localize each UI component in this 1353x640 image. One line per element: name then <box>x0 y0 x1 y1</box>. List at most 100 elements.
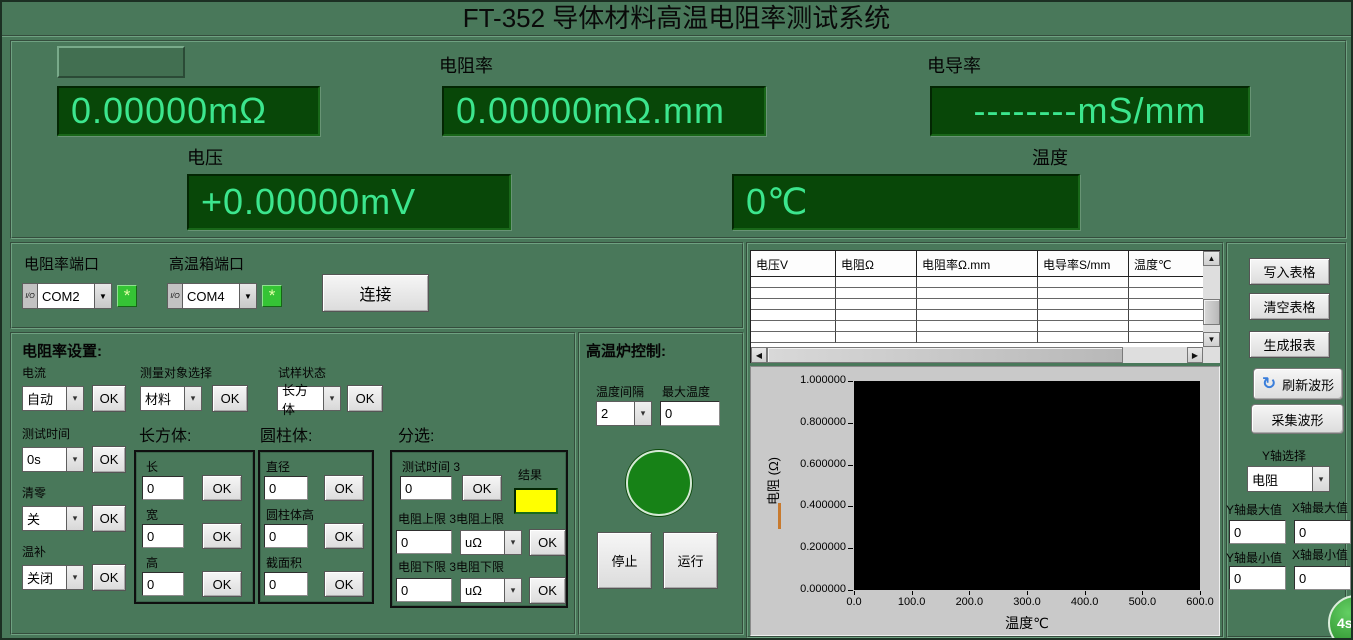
temp-comp-select[interactable]: 关闭 ▾ <box>22 565 84 590</box>
lower-limit-ok-button[interactable]: OK <box>529 577 566 604</box>
measure-object-select[interactable]: 材料 ▾ <box>140 386 202 411</box>
furnace-port-refresh-button[interactable]: * <box>262 285 282 307</box>
cylinder-diameter-ok-button[interactable]: OK <box>324 475 364 501</box>
write-table-button[interactable]: 写入表格 <box>1249 258 1330 285</box>
x-min-input[interactable] <box>1294 566 1351 590</box>
zeroing-ok-button[interactable]: OK <box>92 505 126 532</box>
cuboid-height-ok-button[interactable]: OK <box>202 571 242 597</box>
scroll-down-icon[interactable]: ▼ <box>1203 332 1220 347</box>
zeroing-select[interactable]: 关 ▾ <box>22 506 84 531</box>
current-ok-button[interactable]: OK <box>92 385 126 412</box>
cross-section-input[interactable] <box>264 572 308 596</box>
cuboid-width-ok-button[interactable]: OK <box>202 523 242 549</box>
furnace-port-value[interactable]: COM4 <box>182 283 239 309</box>
refresh-wave-button[interactable]: ↻ 刷新波形 <box>1253 368 1343 400</box>
sorting-test-time-input[interactable] <box>400 476 452 500</box>
hscroll-thumb[interactable] <box>767 347 1123 363</box>
cuboid-length-input[interactable] <box>142 476 184 500</box>
clear-table-button[interactable]: 清空表格 <box>1249 293 1330 320</box>
lower-limit-unit-value[interactable]: uΩ <box>460 578 504 603</box>
upper-limit-ok-button[interactable]: OK <box>529 529 566 556</box>
upper-limit-input[interactable] <box>396 530 452 554</box>
scroll-right-icon[interactable]: ▶ <box>1187 347 1203 363</box>
capture-wave-button[interactable]: 采集波形 <box>1251 404 1344 434</box>
temp-interval-value[interactable]: 2 <box>596 401 634 426</box>
sample-state-ok-button[interactable]: OK <box>347 385 383 412</box>
chevron-down-icon[interactable]: ▾ <box>504 578 522 603</box>
y-tick-label: 0.000000 <box>788 583 846 595</box>
measure-object-value[interactable]: 材料 <box>140 386 184 411</box>
chevron-down-icon[interactable]: ▾ <box>66 565 84 590</box>
test-time-ok-button[interactable]: OK <box>92 446 126 473</box>
sample-state-select[interactable]: 长方体 ▾ <box>277 386 341 411</box>
cylinder-diameter-input[interactable] <box>264 476 308 500</box>
upper-limit-unit-value[interactable]: uΩ <box>460 530 504 555</box>
test-time-value[interactable]: 0s <box>22 447 66 472</box>
test-time-select[interactable]: 0s ▾ <box>22 447 84 472</box>
temp-comp-label: 温补 <box>22 543 46 560</box>
measure-object-ok-button[interactable]: OK <box>212 385 248 412</box>
resistivity-port-refresh-button[interactable]: * <box>117 285 137 307</box>
vscroll-thumb[interactable] <box>1203 299 1220 325</box>
upper-limit-unit-select[interactable]: uΩ ▾ <box>460 530 522 555</box>
stop-button[interactable]: 停止 <box>597 532 652 589</box>
y-tick-label: 0.800000 <box>788 416 846 428</box>
temp-comp-ok-button[interactable]: OK <box>92 564 126 591</box>
resistance-display: 0.00000mΩ <box>57 86 320 136</box>
cuboid-height-input[interactable] <box>142 572 184 596</box>
temp-interval-label: 温度间隔 <box>596 383 644 400</box>
zeroing-value[interactable]: 关 <box>22 506 66 531</box>
max-temp-input[interactable] <box>660 401 720 426</box>
cuboid-width-input[interactable] <box>142 524 184 548</box>
cylinder-height-input[interactable] <box>264 524 308 548</box>
temperature-display: 0℃ <box>732 174 1080 230</box>
resistivity-port-select[interactable]: I/O COM2 ▼ <box>22 283 112 309</box>
y-min-input[interactable] <box>1229 566 1286 590</box>
cuboid-width-label: 宽 <box>146 506 158 523</box>
x-max-input[interactable] <box>1294 520 1351 544</box>
chevron-down-icon[interactable]: ▾ <box>184 386 202 411</box>
chevron-down-icon[interactable]: ▾ <box>66 506 84 531</box>
chevron-down-icon[interactable]: ▾ <box>323 386 341 411</box>
chevron-down-icon[interactable]: ▾ <box>634 401 652 426</box>
run-button[interactable]: 运行 <box>663 532 718 589</box>
dropdown-arrow-icon[interactable]: ▼ <box>239 283 257 309</box>
generate-report-button[interactable]: 生成报表 <box>1249 331 1330 358</box>
scroll-up-icon[interactable]: ▲ <box>1203 251 1220 266</box>
cross-section-ok-button[interactable]: OK <box>324 571 364 597</box>
y-max-label: Y轴最大值 <box>1226 501 1282 518</box>
y-tick-label: 1.000000 <box>788 374 846 386</box>
table-row <box>751 277 1219 288</box>
connect-button[interactable]: 连接 <box>322 274 429 312</box>
chevron-down-icon[interactable]: ▾ <box>1312 466 1330 492</box>
refresh-wave-label: 刷新波形 <box>1282 375 1334 394</box>
lower-limit-input[interactable] <box>396 578 452 602</box>
scroll-left-icon[interactable]: ◀ <box>751 347 767 363</box>
furnace-port-select[interactable]: I/O COM4 ▼ <box>167 283 257 309</box>
voltage-label: 电压 <box>187 144 223 170</box>
cylinder-height-ok-button[interactable]: OK <box>324 523 364 549</box>
dropdown-arrow-icon[interactable]: ▼ <box>94 283 112 309</box>
chevron-down-icon[interactable]: ▾ <box>504 530 522 555</box>
temp-interval-select[interactable]: 2 ▾ <box>596 401 652 426</box>
sorting-group-title: 分选: <box>398 422 434 446</box>
temp-comp-value[interactable]: 关闭 <box>22 565 66 590</box>
app-window: FT-352 导体材料高温电阻率测试系统 0.00000mΩ 电阻率 0.000… <box>0 0 1353 640</box>
current-value[interactable]: 自动 <box>22 386 66 411</box>
resistivity-port-value[interactable]: COM2 <box>37 283 94 309</box>
page-title: FT-352 导体材料高温电阻率测试系统 <box>2 2 1351 37</box>
chevron-down-icon[interactable]: ▾ <box>66 386 84 411</box>
current-select[interactable]: 自动 ▾ <box>22 386 84 411</box>
lower-limit-unit-select[interactable]: uΩ ▾ <box>460 578 522 603</box>
x-tick-label: 400.0 <box>1060 596 1110 608</box>
y-max-input[interactable] <box>1229 520 1286 544</box>
refresh-icon: ↻ <box>1262 374 1276 394</box>
cuboid-length-ok-button[interactable]: OK <box>202 475 242 501</box>
sample-state-value[interactable]: 长方体 <box>277 386 323 411</box>
y-select-value[interactable]: 电阻 <box>1247 466 1312 492</box>
upper-limit-label: 电阻上限 3电阻上限 <box>398 510 504 527</box>
x-tick-mark <box>912 591 913 595</box>
sorting-test-time-ok-button[interactable]: OK <box>462 475 502 501</box>
chevron-down-icon[interactable]: ▾ <box>66 447 84 472</box>
y-select-dropdown[interactable]: 电阻 ▾ <box>1247 466 1330 492</box>
